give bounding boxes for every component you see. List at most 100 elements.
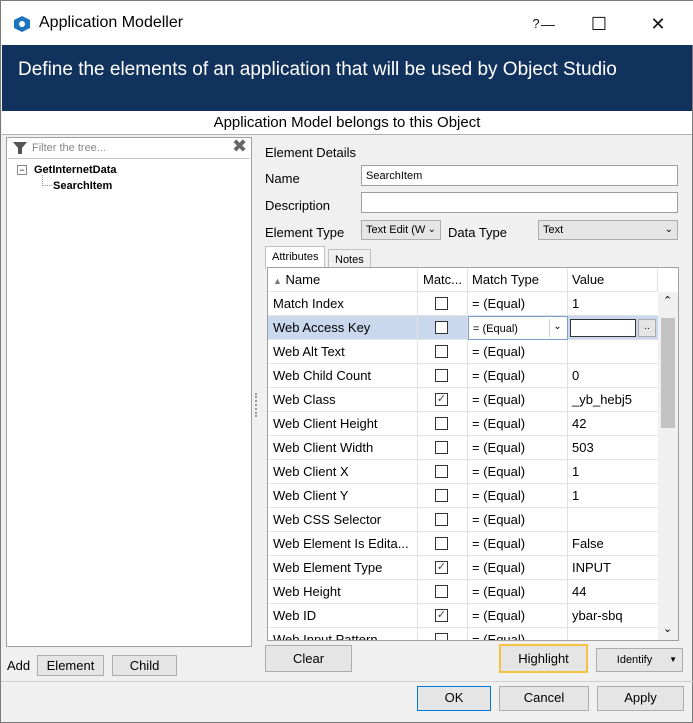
close-button[interactable]: ✕ bbox=[635, 9, 681, 39]
splitter-grip[interactable] bbox=[255, 393, 259, 417]
add-element-button[interactable]: Element bbox=[37, 655, 104, 676]
table-row[interactable]: Web Height = (Equal) 44 bbox=[268, 580, 658, 604]
row-name: Web Input Pattern bbox=[268, 628, 418, 640]
row-name: Web CSS Selector bbox=[268, 508, 418, 532]
add-child-button[interactable]: Child bbox=[112, 655, 177, 676]
match-checkbox[interactable] bbox=[435, 489, 448, 502]
row-match-type: = (Equal) bbox=[468, 556, 568, 580]
row-match-type: = (Equal) bbox=[468, 364, 568, 388]
match-checkbox[interactable]: ✓ bbox=[435, 393, 448, 406]
clear-filter-icon[interactable]: ✖ bbox=[232, 136, 247, 157]
table-row[interactable]: Web ID ✓ = (Equal) ybar-sbq bbox=[268, 604, 658, 628]
tab-attributes[interactable]: Attributes bbox=[265, 246, 326, 269]
tree-node-searchitem[interactable]: SearchItem bbox=[53, 180, 112, 192]
column-header-match[interactable]: Matc... bbox=[418, 268, 468, 292]
row-value: 503 bbox=[572, 440, 594, 455]
tree-filter[interactable]: Filter the tree... ✖ bbox=[8, 136, 250, 159]
row-name: Web Access Key bbox=[268, 316, 418, 340]
match-checkbox[interactable] bbox=[435, 585, 448, 598]
add-label: Add bbox=[7, 658, 31, 673]
table-row[interactable]: Web Client Height = (Equal) 42 bbox=[268, 412, 658, 436]
browse-button[interactable]: .. bbox=[638, 319, 656, 337]
table-row[interactable]: Web Element Is Edita... = (Equal) False bbox=[268, 532, 658, 556]
table-row[interactable]: Web Child Count = (Equal) 0 bbox=[268, 364, 658, 388]
column-header-value[interactable]: Value bbox=[568, 268, 658, 292]
row-match-cell: ✓ bbox=[418, 388, 468, 412]
row-value bbox=[568, 340, 658, 364]
match-checkbox[interactable] bbox=[435, 633, 448, 640]
scrollbar-thumb[interactable] bbox=[661, 318, 675, 428]
tree-node-root[interactable]: GetInternetData bbox=[34, 164, 117, 176]
row-value bbox=[568, 628, 658, 640]
match-checkbox[interactable] bbox=[435, 369, 448, 382]
match-checkbox[interactable] bbox=[435, 537, 448, 550]
description-input[interactable] bbox=[361, 192, 678, 213]
table-row[interactable]: Web Client Y = (Equal) 1 bbox=[268, 484, 658, 508]
name-input[interactable] bbox=[361, 165, 678, 186]
row-match-type: = (Equal) bbox=[468, 508, 568, 532]
match-checkbox[interactable]: ✓ bbox=[435, 609, 448, 622]
element-type-select[interactable]: Text Edit (W ⌄ bbox=[361, 220, 441, 240]
value-editor[interactable]: .. bbox=[568, 316, 658, 340]
row-match-type: = (Equal) bbox=[468, 292, 568, 316]
table-row[interactable]: Match Index = (Equal) 1 bbox=[268, 292, 658, 316]
row-match-cell bbox=[418, 460, 468, 484]
table-row[interactable]: Web Input Pattern = (Equal) bbox=[268, 628, 658, 640]
description-label: Description bbox=[265, 198, 331, 213]
value-input[interactable] bbox=[570, 319, 636, 337]
row-match-cell bbox=[418, 484, 468, 508]
scroll-down-icon[interactable]: ⌄ bbox=[663, 622, 672, 635]
filter-icon bbox=[13, 142, 27, 158]
row-value: 44 bbox=[572, 584, 587, 599]
match-checkbox[interactable] bbox=[435, 345, 448, 358]
ok-button[interactable]: OK bbox=[417, 686, 491, 711]
match-checkbox[interactable] bbox=[435, 513, 448, 526]
apply-button[interactable]: Apply bbox=[597, 686, 684, 711]
application-modeller-window: Application Modeller ? — ☐ ✕ Define the … bbox=[0, 0, 693, 723]
table-row[interactable]: Web Element Type ✓ = (Equal) INPUT bbox=[268, 556, 658, 580]
row-value: 1 bbox=[572, 488, 580, 503]
row-value: 1 bbox=[572, 464, 580, 479]
match-checkbox[interactable] bbox=[435, 441, 448, 454]
collapse-icon[interactable]: − bbox=[17, 165, 27, 175]
scroll-up-icon[interactable]: ⌃ bbox=[663, 294, 672, 307]
column-header-name[interactable]: ▲ Name bbox=[268, 268, 418, 292]
tree-pane: Filter the tree... ✖ − GetInternetData S… bbox=[6, 136, 252, 647]
match-checkbox[interactable] bbox=[435, 465, 448, 478]
data-type-select[interactable]: Text ⌄ bbox=[538, 220, 678, 240]
match-checkbox[interactable] bbox=[435, 321, 448, 334]
row-match-cell bbox=[418, 508, 468, 532]
table-row[interactable]: Web Client Width = (Equal) 503 bbox=[268, 436, 658, 460]
table-row[interactable]: Web Client X = (Equal) 1 bbox=[268, 460, 658, 484]
table-row[interactable]: Web Access Key = (Equal) ⌄.. bbox=[268, 316, 658, 340]
tab-notes[interactable]: Notes bbox=[328, 249, 371, 268]
row-match-cell bbox=[418, 436, 468, 460]
row-match-cell bbox=[418, 364, 468, 388]
match-checkbox[interactable] bbox=[435, 297, 448, 310]
identify-button[interactable]: Identify ▼ bbox=[596, 648, 683, 672]
row-value: ybar-sbq bbox=[572, 608, 623, 623]
row-match-cell bbox=[418, 412, 468, 436]
table-row[interactable]: Web CSS Selector = (Equal) bbox=[268, 508, 658, 532]
maximize-button[interactable]: ☐ bbox=[576, 9, 622, 39]
element-type-value: Text Edit (W bbox=[366, 224, 426, 236]
grid-scrollbar[interactable]: ⌃ ⌄ bbox=[658, 292, 678, 640]
title-bar: Application Modeller ? — ☐ ✕ bbox=[1, 1, 693, 45]
table-row[interactable]: Web Alt Text = (Equal) bbox=[268, 340, 658, 364]
match-checkbox[interactable]: ✓ bbox=[435, 561, 448, 574]
clear-button[interactable]: Clear bbox=[265, 645, 352, 672]
highlight-button[interactable]: Highlight bbox=[499, 644, 588, 673]
match-type-select[interactable]: = (Equal) ⌄ bbox=[468, 316, 568, 340]
match-checkbox[interactable] bbox=[435, 417, 448, 430]
cancel-button[interactable]: Cancel bbox=[499, 686, 589, 711]
row-value: False bbox=[572, 536, 604, 551]
table-row[interactable]: Web Class ✓ = (Equal) _yb_hebj5 bbox=[268, 388, 658, 412]
row-name: Web Element Type bbox=[268, 556, 418, 580]
row-match-type: = (Equal) bbox=[468, 628, 568, 640]
row-match-cell bbox=[418, 580, 468, 604]
chevron-down-icon[interactable]: ⌄ bbox=[549, 319, 565, 337]
minimize-button[interactable]: — bbox=[525, 9, 571, 39]
window-title: Application Modeller bbox=[39, 14, 184, 31]
column-header-match-type[interactable]: Match Type bbox=[468, 268, 568, 292]
data-type-label: Data Type bbox=[448, 225, 508, 240]
